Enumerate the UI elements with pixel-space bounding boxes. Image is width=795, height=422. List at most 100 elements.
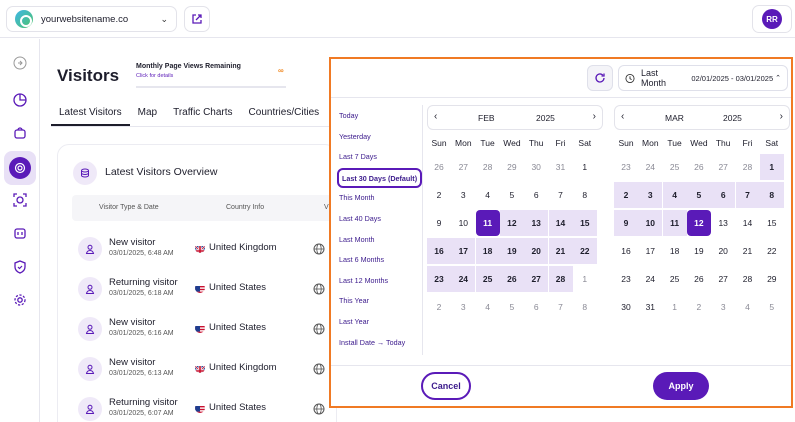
calendar-day[interactable]: 21 xyxy=(548,238,573,264)
calendar-day[interactable]: 27 xyxy=(451,154,475,180)
preset-option[interactable]: Last 40 Days xyxy=(339,214,381,223)
calendar-day[interactable]: 4 xyxy=(476,294,500,320)
calendar-day[interactable]: 11 xyxy=(662,210,687,236)
tab-latest-visitors[interactable]: Latest Visitors xyxy=(51,101,130,126)
calendar-day[interactable]: 27 xyxy=(711,154,735,180)
calendar-day[interactable]: 2 xyxy=(427,182,451,208)
sidebar-item-collapse[interactable] xyxy=(6,49,34,77)
calendar-day[interactable]: 1 xyxy=(573,266,597,292)
calendar-day[interactable]: 26 xyxy=(427,154,451,180)
calendar-day[interactable]: 24 xyxy=(638,154,662,180)
calendar-day[interactable]: 22 xyxy=(572,238,597,264)
date-range-dropdown[interactable]: Last Month 02/01/2025 - 03/01/2025 ⌃ xyxy=(618,65,788,91)
calendar-day[interactable]: 5 xyxy=(500,182,524,208)
calendar-day[interactable]: 23 xyxy=(427,266,451,292)
calendar-day[interactable]: 8 xyxy=(759,182,784,208)
calendar-day[interactable]: 31 xyxy=(549,154,573,180)
account-menu[interactable]: RR xyxy=(752,5,792,33)
calendar-day[interactable]: 28 xyxy=(736,154,760,180)
calendar-day[interactable]: 25 xyxy=(475,266,500,292)
preset-option[interactable]: Last 7 Days xyxy=(339,152,377,161)
calendar-day[interactable]: 7 xyxy=(735,182,760,208)
calendar-day[interactable]: 15 xyxy=(760,210,784,236)
calendar-day[interactable]: 13 xyxy=(711,210,735,236)
apply-button[interactable]: Apply xyxy=(653,372,709,400)
month-label[interactable]: FEB xyxy=(478,113,495,123)
year-label[interactable]: 2025 xyxy=(723,113,742,123)
preset-option[interactable]: Last Month xyxy=(339,235,375,244)
refresh-button[interactable] xyxy=(587,65,613,91)
calendar-day[interactable]: 12 xyxy=(499,210,524,236)
month-label[interactable]: MAR xyxy=(665,113,684,123)
calendar-day[interactable]: 18 xyxy=(475,238,500,264)
calendar-day[interactable]: 26 xyxy=(499,266,524,292)
calendar-day[interactable]: 14 xyxy=(736,210,760,236)
calendar-day[interactable]: 21 xyxy=(736,238,760,264)
tab-map[interactable]: Map xyxy=(130,101,165,126)
preset-option[interactable]: Last Year xyxy=(339,317,369,326)
calendar-day[interactable]: 3 xyxy=(451,294,475,320)
calendar-day[interactable]: 9 xyxy=(614,210,638,236)
preset-option[interactable]: This Year xyxy=(339,296,369,305)
preset-option[interactable]: Last 6 Months xyxy=(339,255,384,264)
calendar-day[interactable]: 30 xyxy=(524,154,548,180)
calendar-day[interactable]: 2 xyxy=(427,294,451,320)
calendar-day[interactable]: 3 xyxy=(638,182,663,208)
calendar-day[interactable]: 1 xyxy=(573,154,597,180)
calendar-day[interactable]: 4 xyxy=(476,182,500,208)
calendar-day[interactable]: 4 xyxy=(736,294,760,320)
calendar-day[interactable]: 31 xyxy=(638,294,662,320)
calendar-day[interactable]: 12 xyxy=(686,210,711,236)
calendar-day[interactable]: 3 xyxy=(711,294,735,320)
calendar-day[interactable]: 10 xyxy=(638,210,663,236)
quota-details-link[interactable]: Click for details xyxy=(136,73,173,79)
sidebar-item-security[interactable] xyxy=(6,253,34,281)
calendar-day[interactable]: 7 xyxy=(549,182,573,208)
calendar-day[interactable]: 25 xyxy=(663,154,687,180)
calendar-day[interactable]: 1 xyxy=(663,294,687,320)
calendar-day[interactable]: 19 xyxy=(499,238,524,264)
chevron-left-icon[interactable]: ‹ xyxy=(434,111,437,122)
tab-traffic-charts[interactable]: Traffic Charts xyxy=(165,101,240,126)
calendar-day[interactable]: 7 xyxy=(549,294,573,320)
preset-option[interactable]: Today xyxy=(339,111,358,120)
calendar-day[interactable]: 8 xyxy=(573,182,597,208)
calendar-day[interactable]: 26 xyxy=(687,154,711,180)
tab-countries-cities[interactable]: Countries/Cities xyxy=(241,101,328,126)
calendar-day[interactable]: 29 xyxy=(760,266,784,292)
calendar-day[interactable]: 20 xyxy=(524,238,549,264)
sidebar-item-tracking[interactable] xyxy=(6,186,34,214)
calendar-day[interactable]: 22 xyxy=(760,238,784,264)
site-selector[interactable]: yourwebsitename.co ⌄ xyxy=(6,6,177,32)
calendar-day[interactable]: 8 xyxy=(573,294,597,320)
calendar-day[interactable]: 5 xyxy=(500,294,524,320)
calendar-day[interactable]: 6 xyxy=(524,294,548,320)
calendar-day[interactable]: 14 xyxy=(548,210,573,236)
preset-option[interactable]: Last 12 Months xyxy=(339,276,388,285)
calendar-day[interactable]: 5 xyxy=(760,294,784,320)
calendar-day[interactable]: 15 xyxy=(572,210,597,236)
calendar-day[interactable]: 28 xyxy=(548,266,573,292)
table-row[interactable]: Returning visitor 03/01/2025, 6:18 AM Unit… xyxy=(78,275,348,309)
calendar-day[interactable]: 16 xyxy=(427,238,451,264)
table-row[interactable]: New visitor 03/01/2025, 6:48 AM United Kin… xyxy=(78,235,348,269)
calendar-day[interactable]: 6 xyxy=(711,182,736,208)
preset-option[interactable]: This Month xyxy=(339,193,375,202)
calendar-day[interactable]: 3 xyxy=(451,182,475,208)
calendar-day[interactable]: 10 xyxy=(451,210,475,236)
calendar-day[interactable]: 24 xyxy=(638,266,662,292)
cancel-button[interactable]: Cancel xyxy=(421,372,471,400)
calendar-day[interactable]: 9 xyxy=(427,210,451,236)
sidebar-item-settings[interactable] xyxy=(6,286,34,314)
year-label[interactable]: 2025 xyxy=(536,113,555,123)
open-site-button[interactable] xyxy=(184,6,210,32)
calendar-day[interactable]: 2 xyxy=(687,294,711,320)
table-row[interactable]: New visitor 03/01/2025, 6:13 AM United Kin… xyxy=(78,355,348,389)
calendar-day[interactable]: 23 xyxy=(614,154,638,180)
chevron-left-icon[interactable]: ‹ xyxy=(621,111,624,122)
calendar-day[interactable]: 24 xyxy=(451,266,476,292)
calendar-day[interactable]: 20 xyxy=(711,238,735,264)
calendar-day[interactable]: 4 xyxy=(662,182,687,208)
preset-option[interactable]: Install Date → Today xyxy=(339,338,405,347)
calendar-day[interactable]: 30 xyxy=(614,294,638,320)
